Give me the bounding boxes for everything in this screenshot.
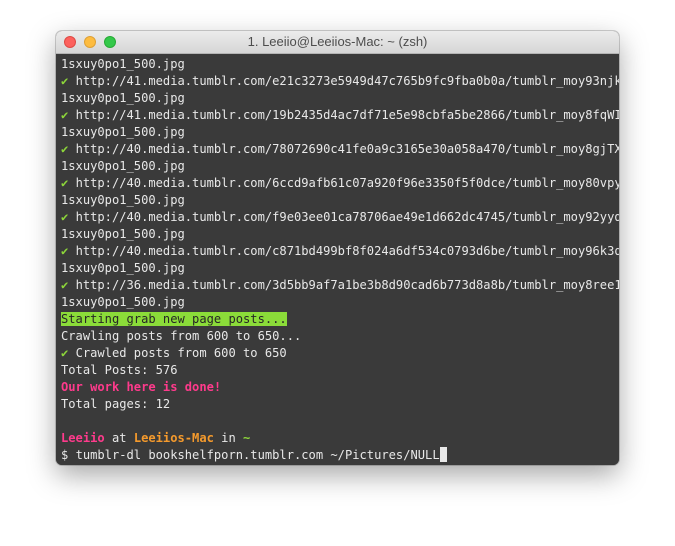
log-line-url: ✔ http://41.media.tumblr.com/e21c3273e59… [61, 73, 619, 90]
check-icon: ✔ [61, 346, 69, 360]
check-icon: ✔ [61, 244, 69, 258]
check-icon: ✔ [61, 74, 69, 88]
prompt-info-line: Leeiio at Leeiios-Mac in ~ [61, 430, 619, 447]
status-line-crawling: Crawling posts from 600 to 650... [61, 329, 302, 343]
log-line-url: ✔ http://40.media.tumblr.com/78072690c41… [61, 141, 619, 158]
log-text: 1sxuy0po1_500.jpg [61, 91, 185, 105]
log-line-file: 1sxuy0po1_500.jpg [61, 124, 619, 141]
log-text: http://41.media.tumblr.com/19b2435d4ac7d… [75, 108, 619, 122]
log-text: 1sxuy0po1_500.jpg [61, 193, 185, 207]
check-icon: ✔ [61, 108, 69, 122]
log-text: 1sxuy0po1_500.jpg [61, 57, 185, 71]
check-icon: ✔ [61, 210, 69, 224]
log-line-file: 1sxuy0po1_500.jpg [61, 56, 619, 73]
command-line[interactable]: $ tumblr-dl bookshelfporn.tumblr.com ~/P… [61, 447, 619, 464]
check-icon: ✔ [61, 176, 69, 190]
status-line-total-pages: Total pages: 12 [61, 397, 171, 411]
status-line-total-posts: Total Posts: 576 [61, 363, 178, 377]
prompt-host: Leeiios-Mac [133, 431, 214, 445]
crawled-text: Crawled posts from 600 to 650 [75, 346, 287, 360]
log-text: http://40.media.tumblr.com/c871bd499bf8f… [75, 244, 619, 258]
log-text: 1sxuy0po1_500.jpg [61, 295, 185, 309]
log-line-file: 1sxuy0po1_500.jpg [61, 192, 619, 209]
terminal-window: 1. Leeiio@Leeiios-Mac: ~ (zsh) 1sxuy0po1… [56, 31, 619, 465]
log-text: http://40.media.tumblr.com/78072690c41fe… [75, 142, 619, 156]
status-line-done: Our work here is done! [61, 380, 222, 394]
log-line-file: 1sxuy0po1_500.jpg [61, 90, 619, 107]
check-icon: ✔ [61, 278, 69, 292]
log-text: 1sxuy0po1_500.jpg [61, 125, 185, 139]
log-text: http://41.media.tumblr.com/e21c3273e5949… [75, 74, 619, 88]
highlighted-status: Starting grab new page posts... [61, 312, 287, 326]
status-line-start: Starting grab new page posts... [61, 311, 619, 328]
prompt-user: Leeiio [61, 431, 105, 445]
prompt-in: in [213, 431, 244, 445]
log-line-file: 1sxuy0po1_500.jpg [61, 294, 619, 311]
text-cursor [439, 447, 447, 462]
log-text: http://36.media.tumblr.com/3d5bb9af7a1be… [75, 278, 619, 292]
check-icon: ✔ [61, 142, 69, 156]
status-line-crawled: ✔ Crawled posts from 600 to 650 [61, 345, 619, 362]
prompt-at: at [104, 431, 134, 445]
window-title: 1. Leeiio@Leeiios-Mac: ~ (zsh) [247, 34, 428, 49]
download-log: 1sxuy0po1_500.jpg ✔ http://41.media.tumbl… [61, 56, 619, 311]
log-line-file: 1sxuy0po1_500.jpg [61, 260, 619, 277]
command-input[interactable]: tumblr-dl bookshelfporn.tumblr.com ~/Pic… [76, 448, 440, 462]
title-bar[interactable]: 1. Leeiio@Leeiios-Mac: ~ (zsh) [56, 31, 619, 54]
log-line-url: ✔ http://40.media.tumblr.com/c871bd499bf… [61, 243, 619, 260]
log-text: http://40.media.tumblr.com/6ccd9afb61c07… [75, 176, 619, 190]
log-line-file: 1sxuy0po1_500.jpg [61, 158, 619, 175]
log-line-file: 1sxuy0po1_500.jpg [61, 226, 619, 243]
log-line-url: ✔ http://41.media.tumblr.com/19b2435d4ac… [61, 107, 619, 124]
prompt-symbol: $ [61, 448, 76, 462]
log-text: 1sxuy0po1_500.jpg [61, 227, 185, 241]
log-text: 1sxuy0po1_500.jpg [61, 159, 185, 173]
log-text: http://40.media.tumblr.com/f9e03ee01ca78… [75, 210, 619, 224]
log-line-url: ✔ http://40.media.tumblr.com/6ccd9afb61c… [61, 175, 619, 192]
log-line-url: ✔ http://36.media.tumblr.com/3d5bb9af7a1… [61, 277, 619, 294]
log-line-url: ✔ http://40.media.tumblr.com/f9e03ee01ca… [61, 209, 619, 226]
log-text: 1sxuy0po1_500.jpg [61, 261, 185, 275]
terminal-output[interactable]: 1sxuy0po1_500.jpg ✔ http://41.media.tumbl… [56, 54, 619, 465]
prompt-dir: ~ [243, 431, 251, 445]
